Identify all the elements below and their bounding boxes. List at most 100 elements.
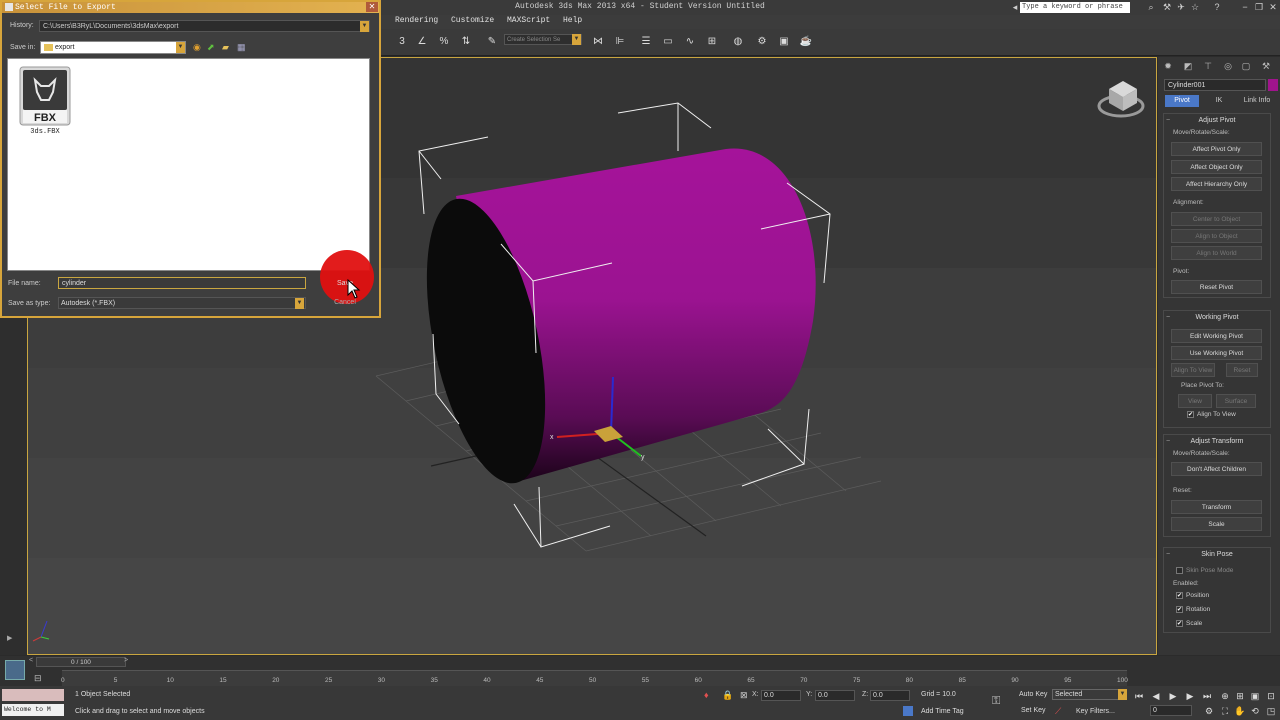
maxscript-listener[interactable] <box>2 689 64 701</box>
prev-arrow-icon[interactable]: < <box>29 657 33 664</box>
reset-pivot-button[interactable]: Reset Pivot <box>1171 280 1262 294</box>
position-checkbox[interactable]: ✔ Position <box>1176 592 1209 599</box>
field-of-view-icon[interactable]: ⛶ <box>1219 705 1231 717</box>
key-filters-button[interactable]: Key Filters... <box>1076 708 1115 715</box>
percent-snap-icon[interactable]: % <box>436 33 452 51</box>
dialog-close-icon[interactable]: ✕ <box>366 2 378 12</box>
object-name-field[interactable]: Cylinder001 <box>1164 79 1266 91</box>
affect-hierarchy-only-button[interactable]: Affect Hierarchy Only <box>1171 177 1262 191</box>
hierarchy-tab-icon[interactable]: ⊤ <box>1202 60 1214 72</box>
zoom-extents-icon[interactable]: ▣ <box>1249 690 1261 702</box>
align-icon[interactable]: ⊫ <box>612 33 628 51</box>
dont-affect-children-button[interactable]: Don't Affect Children <box>1171 462 1262 476</box>
rollout-title[interactable]: Adjust Pivot <box>1163 115 1271 126</box>
align-to-world-button[interactable]: Align to World <box>1171 246 1262 260</box>
play-icon[interactable]: ▶ <box>1167 690 1179 702</box>
edit-working-pivot-button[interactable]: Edit Working Pivot <box>1171 329 1262 343</box>
save-in-dropdown[interactable]: export <box>40 41 186 54</box>
maxscript-mini-listener[interactable]: Welcome to M <box>2 704 64 716</box>
up-folder-icon[interactable]: ⬈ <box>207 42 215 53</box>
rotation-checkbox[interactable]: ✔ Rotation <box>1176 606 1210 613</box>
minimize-icon[interactable]: − <box>1240 2 1250 12</box>
chevron-down-icon[interactable]: ▼ <box>295 298 304 309</box>
tab-ik[interactable]: IK <box>1204 95 1234 107</box>
close-icon[interactable]: ✕ <box>1268 2 1278 12</box>
rollout-title[interactable]: Skin Pose <box>1163 549 1271 560</box>
snap-3d-icon[interactable]: 3 <box>394 33 410 51</box>
material-editor-icon[interactable]: ◍ <box>730 33 746 51</box>
zoom-all-icon[interactable]: ⊞ <box>1234 690 1246 702</box>
favorites-icon[interactable]: ☆ <box>1190 2 1200 12</box>
cancel-button[interactable]: Cancel <box>319 297 371 309</box>
track-bar-icon[interactable]: ⊟ <box>34 673 42 684</box>
zoom-extents-all-icon[interactable]: ⊡ <box>1265 690 1277 702</box>
object-color-swatch[interactable] <box>1268 79 1278 91</box>
viewcube-icon[interactable] <box>1097 81 1145 118</box>
new-folder-icon[interactable]: ▰ <box>222 42 229 53</box>
z-coordinate-field[interactable]: 0.0 <box>870 690 910 701</box>
tab-pivot[interactable]: Pivot <box>1165 95 1199 107</box>
go-to-start-icon[interactable]: ⏮ <box>1133 690 1145 702</box>
cylinder-object[interactable] <box>405 148 816 494</box>
mini-curve-editor-icon[interactable] <box>5 660 25 680</box>
create-tab-icon[interactable]: ✹ <box>1162 60 1174 72</box>
absolute-mode-icon[interactable]: ⊠ <box>740 690 748 701</box>
time-tag-icon[interactable] <box>903 706 913 716</box>
key-mode-dropdown[interactable]: Selected <box>1052 689 1127 700</box>
curve-editor-icon[interactable]: ∿ <box>682 33 698 51</box>
graphite-toolbar-icon[interactable]: ▭ <box>660 33 676 51</box>
surface-button[interactable]: Surface <box>1216 394 1256 408</box>
align-to-object-button[interactable]: Align to Object <box>1171 229 1262 243</box>
lock-icon[interactable]: 🔒 <box>722 690 733 701</box>
reset-button[interactable]: Reset <box>1226 363 1258 377</box>
next-arrow-icon[interactable]: > <box>124 657 128 664</box>
menu-customize[interactable]: Customize <box>451 16 494 25</box>
affect-object-only-button[interactable]: Affect Object Only <box>1171 160 1262 174</box>
center-to-object-button[interactable]: Center to Object <box>1171 212 1262 226</box>
schematic-view-icon[interactable]: ⊞ <box>704 33 720 51</box>
align-to-view-button[interactable]: Align To View <box>1171 363 1215 377</box>
key-filter-icon[interactable]: ⟋ <box>1055 706 1061 717</box>
previous-frame-icon[interactable]: ◀ <box>1150 690 1162 702</box>
expand-arrow-icon[interactable]: ▶ <box>7 634 12 642</box>
display-tab-icon[interactable]: ▢ <box>1240 60 1252 72</box>
rollout-title[interactable]: Working Pivot <box>1163 312 1271 323</box>
menu-maxscript[interactable]: MAXScript <box>507 16 550 25</box>
angle-snap-icon[interactable]: ∠ <box>414 33 430 51</box>
use-working-pivot-button[interactable]: Use Working Pivot <box>1171 346 1262 360</box>
view-menu-icon[interactable]: ▦ <box>237 42 246 53</box>
search-icon[interactable]: ⌕ <box>1146 2 1156 12</box>
add-time-tag[interactable]: Add Time Tag <box>921 708 964 715</box>
chevron-down-icon[interactable]: ▼ <box>1118 689 1127 700</box>
named-selection-dropdown[interactable]: Create Selection Se <box>504 34 582 45</box>
skin-pose-mode-checkbox[interactable]: Skin Pose Mode <box>1176 567 1233 574</box>
render-setup-icon[interactable]: ⚙ <box>754 33 770 51</box>
restore-icon[interactable]: ❐ <box>1254 2 1264 12</box>
search-options-icon[interactable]: ◂ <box>1010 2 1020 12</box>
align-to-view-checkbox[interactable]: ✔ Align To View <box>1187 411 1236 418</box>
isolate-icon[interactable]: ♦ <box>704 690 709 700</box>
key-icon[interactable]: ⚿ <box>992 695 1000 708</box>
orbit-icon[interactable]: ⟲ <box>1249 705 1261 717</box>
edit-named-selection-icon[interactable]: ✎ <box>484 33 500 51</box>
scale-checkbox[interactable]: ✔ Scale <box>1176 620 1202 627</box>
current-frame-field[interactable]: 0 <box>1150 705 1192 716</box>
layer-manager-icon[interactable]: ☰ <box>638 33 654 51</box>
x-coordinate-field[interactable]: 0.0 <box>761 690 801 701</box>
go-to-end-icon[interactable]: ⏭ <box>1201 690 1213 702</box>
rollout-title[interactable]: Adjust Transform <box>1163 436 1271 447</box>
search-input[interactable]: Type a keyword or phrase <box>1020 2 1130 13</box>
pan-icon[interactable]: ✋ <box>1234 705 1246 717</box>
next-frame-icon[interactable]: ▶ <box>1184 690 1196 702</box>
history-dropdown[interactable]: C:\Users\B3RyL\Documents\3dsMax\export <box>39 20 370 32</box>
save-button[interactable]: Save <box>319 277 371 291</box>
affect-pivot-only-button[interactable]: Affect Pivot Only <box>1171 142 1262 156</box>
menu-help[interactable]: Help <box>563 16 582 25</box>
time-slider[interactable]: 0 / 100 <box>36 657 126 667</box>
save-as-type-dropdown[interactable]: Autodesk (*.FBX) <box>58 297 306 309</box>
rendered-frame-icon[interactable]: ▣ <box>776 33 792 51</box>
utilities-tab-icon[interactable]: ⚒ <box>1260 60 1272 72</box>
spinner-snap-icon[interactable]: ⇅ <box>458 33 474 51</box>
maximize-viewport-icon[interactable]: ◳ <box>1265 705 1277 717</box>
chevron-down-icon[interactable]: ▼ <box>360 21 369 32</box>
